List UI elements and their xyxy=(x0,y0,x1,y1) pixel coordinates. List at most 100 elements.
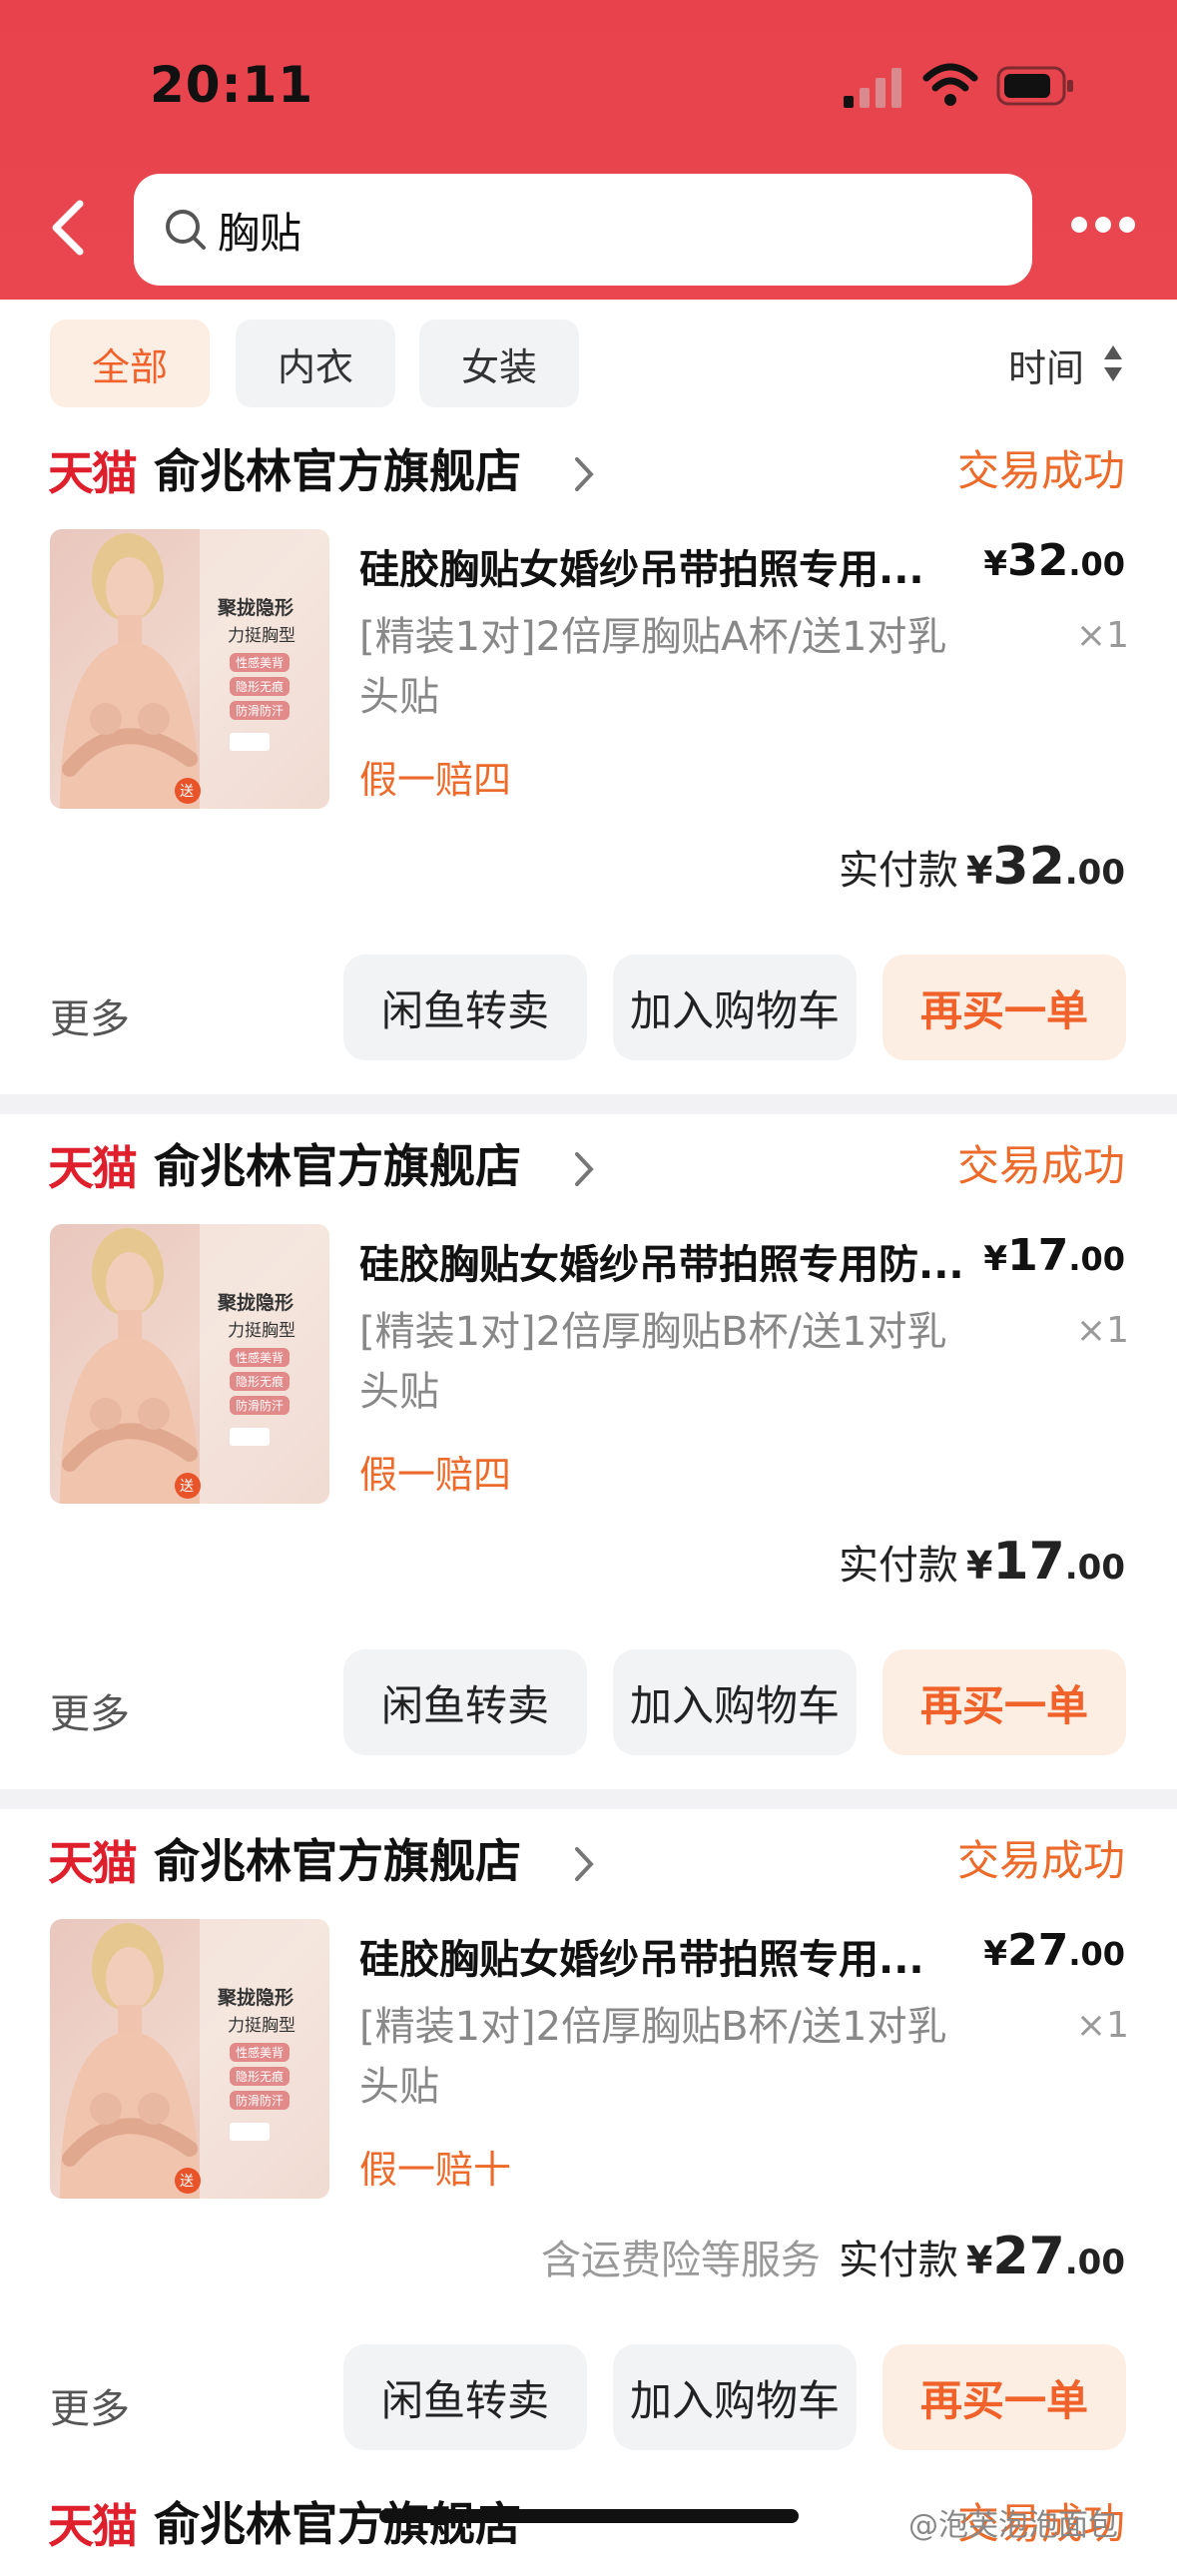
product-title[interactable]: 硅胶胸贴女婚纱吊带拍照专用防... xyxy=(359,1232,988,1290)
paid-label: 实付款 xyxy=(838,848,958,894)
product-spec: [精装1对]2倍厚胸贴B杯/送1对乳头贴 xyxy=(359,2004,947,2110)
price-integer: 27 xyxy=(1007,1925,1069,1976)
paid-decimal: .00 xyxy=(1064,1548,1125,1588)
buy-again-button[interactable]: 再买一单 xyxy=(883,955,1126,1060)
thumb-gift-badge: 送 xyxy=(180,1479,194,1495)
cellular-signal-icon xyxy=(844,68,901,108)
product-title[interactable]: 硅胶胸贴女婚纱吊带拍照专用... xyxy=(359,537,988,595)
paid-integer: 17 xyxy=(992,1532,1065,1592)
thumb-tag: 防滑防汗 xyxy=(230,1396,291,1415)
product-spec: [精装1对]2倍厚胸贴A杯/送1对乳头贴 xyxy=(359,614,947,720)
product-thumbnail[interactable]: 聚拢隐形 力挺胸型 性感美背 隐形无痕 防滑防汗 送 xyxy=(50,529,329,809)
order-card: 天猫 俞兆林官方旗舰店 交易成功 聚拢隐形 力挺胸型 性感美背 隐形无痕 防滑防… xyxy=(0,419,1177,1094)
filter-chip-underwear[interactable]: 内衣 xyxy=(236,320,395,407)
paid-currency: ¥ xyxy=(965,849,993,893)
order-card: 天猫 俞兆林官方旗舰店 交易成功 聚拢隐形 力挺胸型 性感美背 隐形无痕 防滑防… xyxy=(0,1114,1177,1789)
add-to-cart-button[interactable]: 加入购物车 xyxy=(613,1649,857,1755)
shop-name[interactable]: 俞兆林官方旗舰店 xyxy=(154,1825,521,1891)
price-currency: ¥ xyxy=(983,1934,1008,1974)
thumb-gift-badge: 送 xyxy=(180,784,194,800)
order-status: 交易成功 xyxy=(956,1836,1125,1885)
paid-amount: 实付款 ¥32.00 xyxy=(821,837,1125,897)
product-thumbnail[interactable]: 聚拢隐形 力挺胸型 性感美背 隐形无痕 防滑防汗 送 xyxy=(50,1919,329,2199)
paid-decimal: .00 xyxy=(1064,2243,1125,2282)
chevron-right-icon[interactable] xyxy=(571,453,597,495)
order-status: 交易成功 xyxy=(956,446,1125,495)
paid-amount: 实付款 ¥17.00 xyxy=(821,1532,1125,1592)
guarantee-tag: 假一赔四 xyxy=(359,758,512,802)
filter-bar: 全部 内衣 女装 时间 xyxy=(0,300,1177,419)
shop-name[interactable]: 俞兆林官方旗舰店 xyxy=(154,1130,521,1196)
add-to-cart-button[interactable]: 加入购物车 xyxy=(613,2344,857,2450)
service-note: 含运费险等服务 xyxy=(540,2238,821,2283)
price-decimal: .00 xyxy=(1068,1935,1125,1973)
price-decimal: .00 xyxy=(1068,545,1125,583)
watermark: @泡芙泡泡面包 xyxy=(908,2508,1118,2543)
tmall-badge: 天猫 xyxy=(48,446,138,500)
more-options-icon[interactable] xyxy=(1070,210,1136,240)
price-integer: 32 xyxy=(1007,535,1069,586)
more-actions-link[interactable]: 更多 xyxy=(50,1681,130,1739)
price-currency: ¥ xyxy=(983,1239,1008,1279)
paid-integer: 27 xyxy=(992,2227,1065,2286)
thumb-subheadline: 力挺胸型 xyxy=(228,1321,295,1341)
buy-again-button[interactable]: 再买一单 xyxy=(883,2344,1126,2450)
thumb-tag: 性感美背 xyxy=(230,2043,291,2062)
more-actions-link[interactable]: 更多 xyxy=(50,986,130,1044)
guarantee-tag: 假一赔十 xyxy=(359,2148,512,2192)
tmall-badge: 天猫 xyxy=(48,1141,138,1195)
search-input[interactable]: 胸贴 xyxy=(134,174,1032,286)
buy-again-button[interactable]: 再买一单 xyxy=(883,1649,1126,1755)
tmall-badge: 天猫 xyxy=(48,2499,138,2553)
paid-integer: 32 xyxy=(992,837,1065,897)
filter-chip-all[interactable]: 全部 xyxy=(50,320,210,407)
price-integer: 17 xyxy=(1007,1230,1069,1281)
back-arrow-icon[interactable] xyxy=(44,196,96,260)
paid-label: 实付款 xyxy=(838,1543,958,1589)
shop-name[interactable]: 俞兆林官方旗舰店 xyxy=(154,435,521,501)
order-status: 交易成功 xyxy=(956,1141,1125,1190)
resell-xianyu-button[interactable]: 闲鱼转卖 xyxy=(343,2344,587,2450)
thumb-tag: 防滑防汗 xyxy=(230,2091,291,2110)
thumb-tag: 隐形无痕 xyxy=(230,1372,291,1391)
resell-xianyu-button[interactable]: 闲鱼转卖 xyxy=(343,955,587,1060)
product-thumbnail[interactable]: 聚拢隐形 力挺胸型 性感美背 隐形无痕 防滑防汗 送 xyxy=(50,1224,329,1504)
paid-currency: ¥ xyxy=(965,2239,993,2282)
battery-icon xyxy=(996,66,1073,106)
thumb-tag: 防滑防汗 xyxy=(230,701,291,720)
order-card: 天猫 俞兆林官方旗舰店 交易成功 聚拢隐形 力挺胸型 性感美背 隐形无痕 防滑防… xyxy=(0,1809,1177,2484)
paid-decimal: .00 xyxy=(1064,853,1125,893)
product-spec: [精装1对]2倍厚胸贴B杯/送1对乳头贴 xyxy=(359,1309,947,1415)
app-header: 20:11 胸贴 xyxy=(0,0,1177,300)
sort-time-button[interactable]: 时间 xyxy=(1008,337,1084,392)
search-query: 胸贴 xyxy=(218,209,302,258)
guarantee-tag: 假一赔四 xyxy=(359,1453,512,1497)
thumb-headline: 聚拢隐形 xyxy=(218,1292,294,1314)
thumb-subheadline: 力挺胸型 xyxy=(228,626,295,646)
chevron-right-icon[interactable] xyxy=(571,1843,597,1885)
thumb-subheadline: 力挺胸型 xyxy=(228,2016,295,2036)
thumb-headline: 聚拢隐形 xyxy=(218,597,294,619)
thumb-headline: 聚拢隐形 xyxy=(218,1987,294,2009)
thumb-gift-badge: 送 xyxy=(180,2174,194,2190)
price-currency: ¥ xyxy=(983,544,1008,584)
chevron-right-icon[interactable] xyxy=(571,1148,597,1190)
filter-chip-womens-clothing[interactable]: 女装 xyxy=(419,320,579,407)
home-indicator[interactable] xyxy=(379,2509,799,2523)
price-decimal: .00 xyxy=(1068,1240,1125,1278)
thumb-tag: 隐形无痕 xyxy=(230,2067,291,2086)
quantity: ×1 xyxy=(1075,2005,1129,2046)
product-title[interactable]: 硅胶胸贴女婚纱吊带拍照专用... xyxy=(359,1927,988,1985)
tmall-badge: 天猫 xyxy=(48,1836,138,1890)
sort-updown-icon[interactable] xyxy=(1102,343,1124,383)
status-time: 20:11 xyxy=(150,56,314,114)
search-icon xyxy=(166,210,206,250)
more-actions-link[interactable]: 更多 xyxy=(50,2376,130,2434)
unit-price: ¥27.00 xyxy=(983,1925,1125,1976)
paid-amount: 含运费险等服务 实付款 ¥27.00 xyxy=(541,2227,1125,2286)
thumb-tag: 隐形无痕 xyxy=(230,677,291,696)
add-to-cart-button[interactable]: 加入购物车 xyxy=(613,955,857,1060)
thumb-tag: 性感美背 xyxy=(230,653,291,672)
quantity: ×1 xyxy=(1075,1310,1129,1351)
resell-xianyu-button[interactable]: 闲鱼转卖 xyxy=(343,1649,587,1755)
